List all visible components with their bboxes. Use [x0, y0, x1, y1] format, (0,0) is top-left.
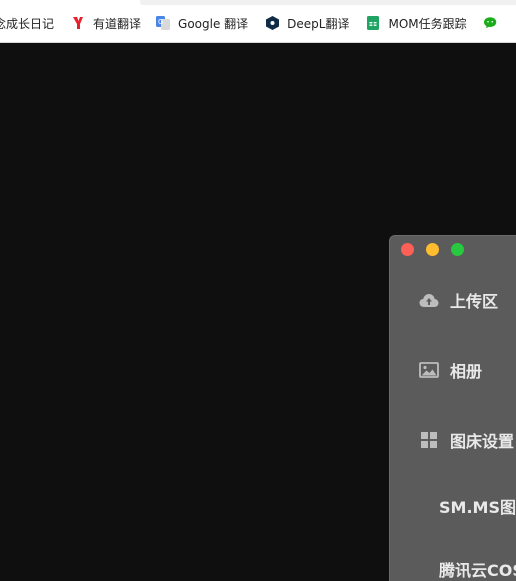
nav-album[interactable]: 相册: [390, 358, 482, 382]
bookmark-label: 念成长日记: [0, 16, 55, 31]
bookmark-google-translate[interactable]: G Google 翻译: [156, 0, 249, 42]
grid-icon: [418, 431, 440, 449]
nav-label: 图床设置: [450, 432, 515, 451]
nav-label: 相册: [450, 362, 483, 381]
youdao-icon: [71, 16, 85, 30]
bookmark-label: Google 翻译: [178, 16, 249, 31]
google-translate-icon: G: [156, 16, 171, 30]
tab-strip: [140, 0, 516, 5]
close-button[interactable]: [401, 243, 414, 256]
wechat-icon: [483, 16, 498, 30]
maximize-button[interactable]: [451, 243, 464, 256]
bookmarks-bar: 念成长日记 有道翻译 G Google 翻译 DeepL翻译 MOM任务跟踪: [0, 0, 516, 43]
sheets-icon: [366, 16, 380, 30]
bookmark-mom-tracking[interactable]: MOM任务跟踪: [366, 0, 467, 42]
nav-label: 上传区: [450, 292, 499, 311]
nav-image-host-settings[interactable]: 图床设置: [390, 428, 514, 452]
submenu-tencent-cos[interactable]: 腾讯云COS: [439, 557, 516, 581]
submenu-smms[interactable]: SM.MS图床: [439, 494, 516, 518]
bookmark-growth-diary[interactable]: 念成长日记: [0, 0, 55, 42]
cloud-upload-icon: [418, 291, 440, 309]
bookmark-wechat[interactable]: [483, 0, 506, 42]
bookmark-label: 有道翻译: [93, 16, 142, 31]
image-icon: [418, 361, 440, 379]
svg-text:G: G: [158, 18, 163, 26]
bookmark-youdao[interactable]: 有道翻译: [71, 0, 142, 42]
deepl-icon: [265, 16, 279, 30]
bookmark-label: MOM任务跟踪: [388, 16, 467, 31]
bookmark-deepl[interactable]: DeepL翻译: [265, 0, 350, 42]
bookmark-label: DeepL翻译: [287, 16, 350, 31]
nav-upload[interactable]: 上传区: [390, 288, 498, 312]
picgo-window: 上传区 相册 图床设置 SM.MS图床 腾讯云COS: [389, 235, 516, 581]
minimize-button[interactable]: [426, 243, 439, 256]
